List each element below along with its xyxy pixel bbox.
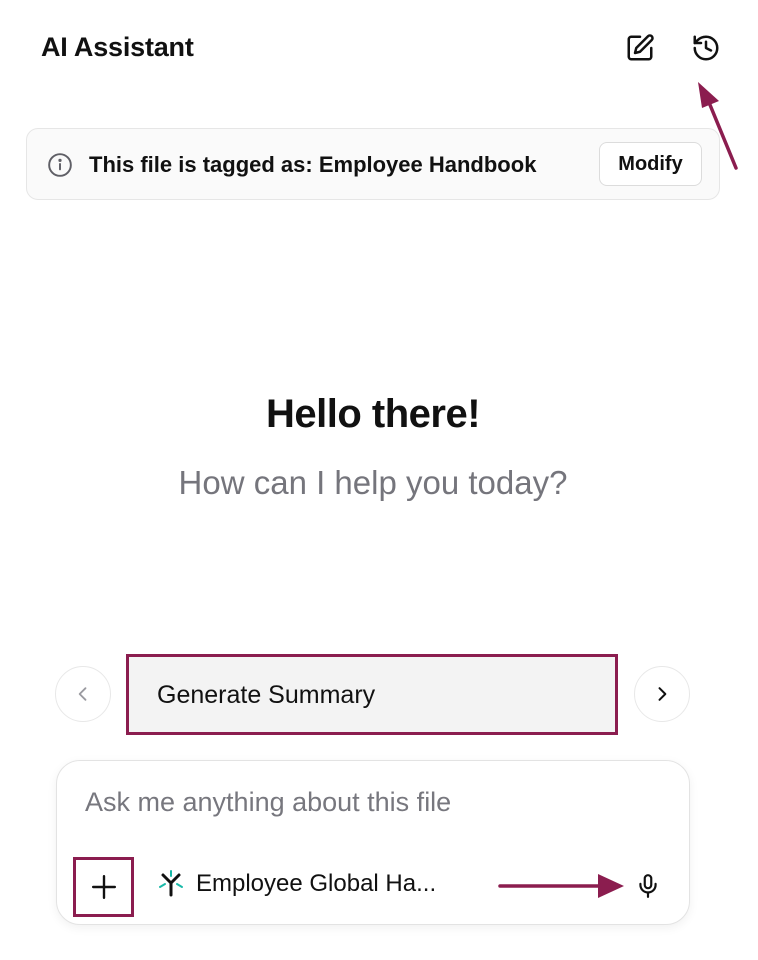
greeting-subheading: How can I help you today? <box>178 464 568 501</box>
suggestion-chip-generate-summary[interactable]: Generate Summary <box>126 654 618 735</box>
chevron-left-icon <box>78 687 87 701</box>
message-composer <box>56 760 690 925</box>
attached-file-name: Employee Global Ha... <box>196 870 437 897</box>
chevron-right-icon <box>658 687 667 701</box>
info-icon <box>48 153 72 177</box>
modify-button[interactable]: Modify <box>599 142 702 186</box>
file-logo-icon <box>159 870 183 897</box>
app-title: AI Assistant <box>41 32 194 62</box>
microphone-icon <box>639 874 657 898</box>
plus-icon <box>91 874 116 900</box>
file-tag-text: This file is tagged as: Employee Handboo… <box>89 152 537 177</box>
history-icon <box>693 35 719 61</box>
suggestions-prev-button[interactable] <box>55 666 111 722</box>
suggestion-chip-label: Generate Summary <box>157 681 376 709</box>
message-input[interactable] <box>85 787 645 818</box>
microphone-button[interactable] <box>630 866 666 906</box>
file-tag-banner: This file is tagged as: Employee Handboo… <box>26 128 720 200</box>
attach-button[interactable] <box>73 857 134 917</box>
suggestions-next-button[interactable] <box>634 666 690 722</box>
new-chat-button[interactable] <box>622 30 658 66</box>
greeting-heading: Hello there! <box>265 392 481 436</box>
edit-icon <box>627 34 654 61</box>
attached-file-chip[interactable]: Employee Global Ha... <box>158 870 436 898</box>
history-button[interactable] <box>688 30 724 66</box>
